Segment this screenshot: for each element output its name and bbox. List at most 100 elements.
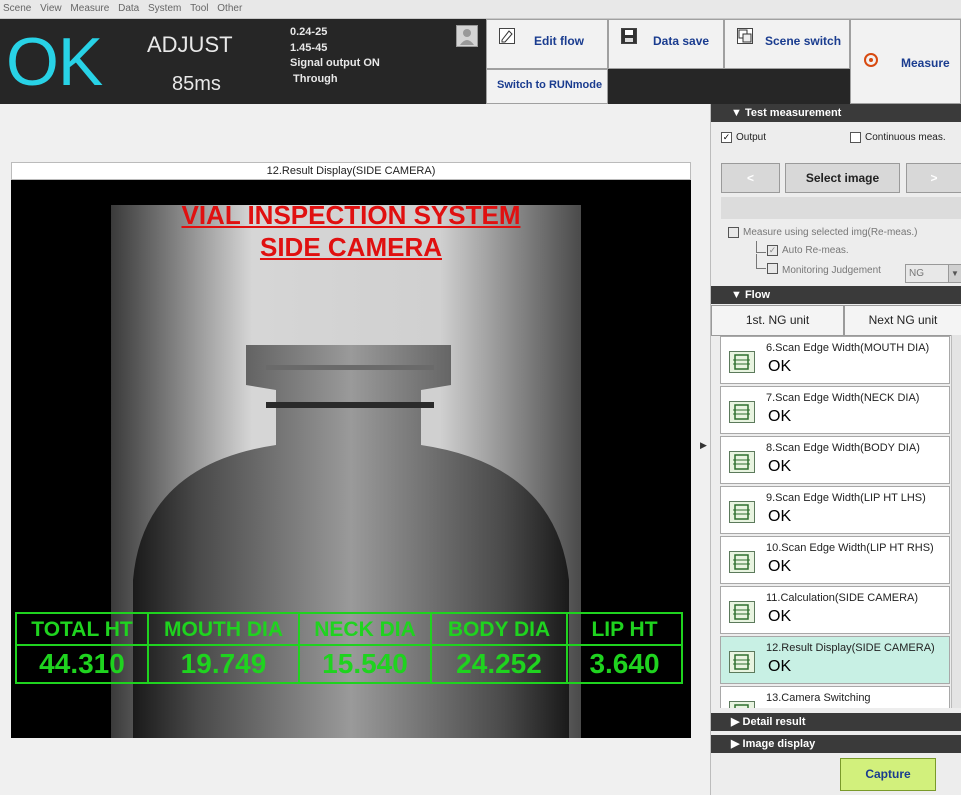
tree-connector	[756, 241, 766, 253]
flow-item[interactable]: 6.Scan Edge Width(MOUTH DIA) OK	[720, 336, 950, 384]
first-ng-unit-button[interactable]: 1st. NG unit	[711, 305, 844, 336]
output-label: Output	[736, 132, 767, 143]
status-info: 0.24-25 1.45-45 Signal output ON Through	[290, 25, 380, 87]
prev-image-button[interactable]: <	[721, 163, 780, 193]
flow-item[interactable]: 7.Scan Edge Width(NECK DIA) OK	[720, 386, 950, 434]
menu-data[interactable]: Data	[115, 0, 142, 14]
processing-time: 85ms	[172, 73, 221, 95]
floppy-disk-icon	[621, 28, 637, 44]
tree-connector	[756, 254, 766, 269]
switch-run-mode-label: Switch to RUNmode	[497, 79, 603, 91]
flow-item-result: OK	[768, 458, 792, 475]
result-label: TOTAL HT	[17, 614, 147, 646]
flow-item[interactable]: 10.Scan Edge Width(LIP HT RHS) OK	[720, 536, 950, 584]
scan-edge-icon	[729, 501, 755, 523]
scene-switch-icon	[737, 28, 753, 44]
flow-list: 6.Scan Edge Width(MOUTH DIA) OK 7.Scan Edg…	[711, 336, 952, 708]
flow-item-result: OK	[768, 508, 792, 525]
scan-edge-icon	[729, 351, 755, 373]
flow-header-label: Flow	[744, 289, 771, 301]
output-checkbox[interactable]: ✓	[721, 132, 732, 143]
flow-item-name: 13.Camera Switching	[766, 692, 871, 704]
scene-switch-label: Scene switch	[765, 34, 842, 48]
result-value: 24.252	[456, 648, 542, 679]
detail-result-header[interactable]: ▶ Detail result	[711, 713, 961, 731]
continuous-meas-label: Continuous meas.	[865, 132, 946, 143]
result-table: TOTAL HT 44.310 MOUTH DIA 19.749 NECK DIA 15.…	[15, 612, 683, 684]
monitoring-select-value: NG	[909, 268, 924, 279]
switch-run-mode-button[interactable]: Switch to RUNmode	[486, 69, 608, 104]
result-column: TOTAL HT 44.310	[17, 614, 149, 682]
flow-header[interactable]: ▼ Flow	[711, 286, 961, 304]
result-label: LIP HT	[568, 614, 681, 646]
result-label: BODY DIA	[432, 614, 566, 646]
result-column: NECK DIA 15.540	[300, 614, 432, 682]
remeasure-checkbox[interactable]	[728, 227, 739, 238]
flow-item-result: OK	[768, 658, 792, 675]
flow-item-result: OK	[768, 558, 792, 575]
result-column: LIP HT 3.640	[568, 614, 681, 682]
measure-icon	[863, 52, 879, 68]
calculator-icon	[729, 601, 755, 623]
status-info-line: 0.24-25	[290, 26, 328, 38]
detail-result-header-label: Detail result	[742, 716, 806, 728]
flow-item[interactable]: 12.Result Display(SIDE CAMERA) OK	[720, 636, 950, 684]
menu-bar: Scene View Measure Data System Tool Othe…	[0, 0, 961, 19]
flow-item[interactable]: 9.Scan Edge Width(LIP HT LHS) OK	[720, 486, 950, 534]
edit-flow-label: Edit flow	[534, 34, 584, 48]
scan-edge-icon	[729, 401, 755, 423]
flow-scrollbar[interactable]	[951, 335, 961, 708]
test-measurement-header-label: Test measurement	[744, 107, 842, 119]
camera-image[interactable]: VIAL INSPECTION SYSTEM SIDE CAMERA TOTAL…	[11, 180, 691, 738]
flow-item[interactable]: 11.Calculation(SIDE CAMERA) OK	[720, 586, 950, 634]
capture-button[interactable]: Capture	[840, 758, 936, 791]
menu-view[interactable]: View	[37, 0, 65, 14]
result-label: NECK DIA	[300, 614, 430, 646]
menu-measure[interactable]: Measure	[67, 0, 112, 14]
status-info-line: 1.45-45	[290, 41, 328, 54]
flow-item[interactable]: 13.Camera SwitchingOK	[720, 686, 950, 708]
measure-label: Measure	[901, 56, 950, 70]
flow-item-result: OK	[768, 358, 792, 375]
next-ng-unit-button[interactable]: Next NG unit	[844, 305, 961, 336]
flow-item-name: 6.Scan Edge Width(MOUTH DIA)	[766, 342, 930, 354]
flow-item-name: 10.Scan Edge Width(LIP HT RHS)	[766, 542, 934, 554]
test-measurement-header[interactable]: ▼ Test measurement	[711, 104, 961, 122]
continuous-meas-checkbox[interactable]	[850, 132, 861, 143]
judgement-indicator: OK	[6, 24, 103, 100]
monitoring-select[interactable]: NG ▼	[905, 264, 961, 283]
menu-system[interactable]: System	[145, 0, 184, 14]
flow-item-result: OK	[768, 408, 792, 425]
menu-other[interactable]: Other	[214, 0, 245, 14]
monitoring-checkbox[interactable]	[767, 263, 778, 274]
menu-scene[interactable]: Scene	[0, 0, 34, 14]
scan-edge-icon	[729, 551, 755, 573]
measure-button[interactable]: Measure	[850, 19, 961, 104]
image-display-header-label: Image display	[742, 738, 816, 750]
scene-name: ADJUST	[147, 32, 233, 57]
edit-flow-button[interactable]: Edit flow	[486, 19, 608, 69]
menu-tool[interactable]: Tool	[187, 0, 211, 14]
flow-item[interactable]: 8.Scan Edge Width(BODY DIA) OK	[720, 436, 950, 484]
overlay-title: VIAL INSPECTION SYSTEM	[181, 200, 521, 230]
flow-item-name: 8.Scan Edge Width(BODY DIA)	[766, 442, 920, 454]
checkmark-icon: ✓	[768, 245, 777, 255]
side-panel: ▼ Test measurement ✓ Output Continuous m…	[710, 104, 961, 795]
select-image-button[interactable]: Select image	[785, 163, 900, 193]
flow-item-name: 7.Scan Edge Width(NECK DIA)	[766, 392, 920, 404]
panel-expand-arrow-icon[interactable]: ▶	[700, 440, 707, 451]
auto-remeas-checkbox[interactable]: ✓	[767, 245, 778, 256]
user-icon[interactable]	[456, 25, 478, 47]
remeasure-label: Measure using selected img(Re-meas.)	[743, 227, 918, 238]
result-value: 15.540	[322, 648, 408, 679]
image-display-header[interactable]: ▶ Image display	[711, 735, 961, 753]
data-save-button[interactable]: Data save	[608, 19, 724, 69]
scene-switch-button[interactable]: Scene switch	[724, 19, 850, 69]
result-value: 3.640	[589, 648, 660, 679]
image-window-title: 12.Result Display(SIDE CAMERA)	[11, 162, 691, 180]
status-info-line: Signal output ON	[290, 57, 380, 69]
edit-flow-icon	[499, 28, 515, 44]
overlay-subtitle: SIDE CAMERA	[259, 232, 442, 262]
next-image-button[interactable]: >	[906, 163, 961, 193]
flow-item-name: 9.Scan Edge Width(LIP HT LHS)	[766, 492, 926, 504]
